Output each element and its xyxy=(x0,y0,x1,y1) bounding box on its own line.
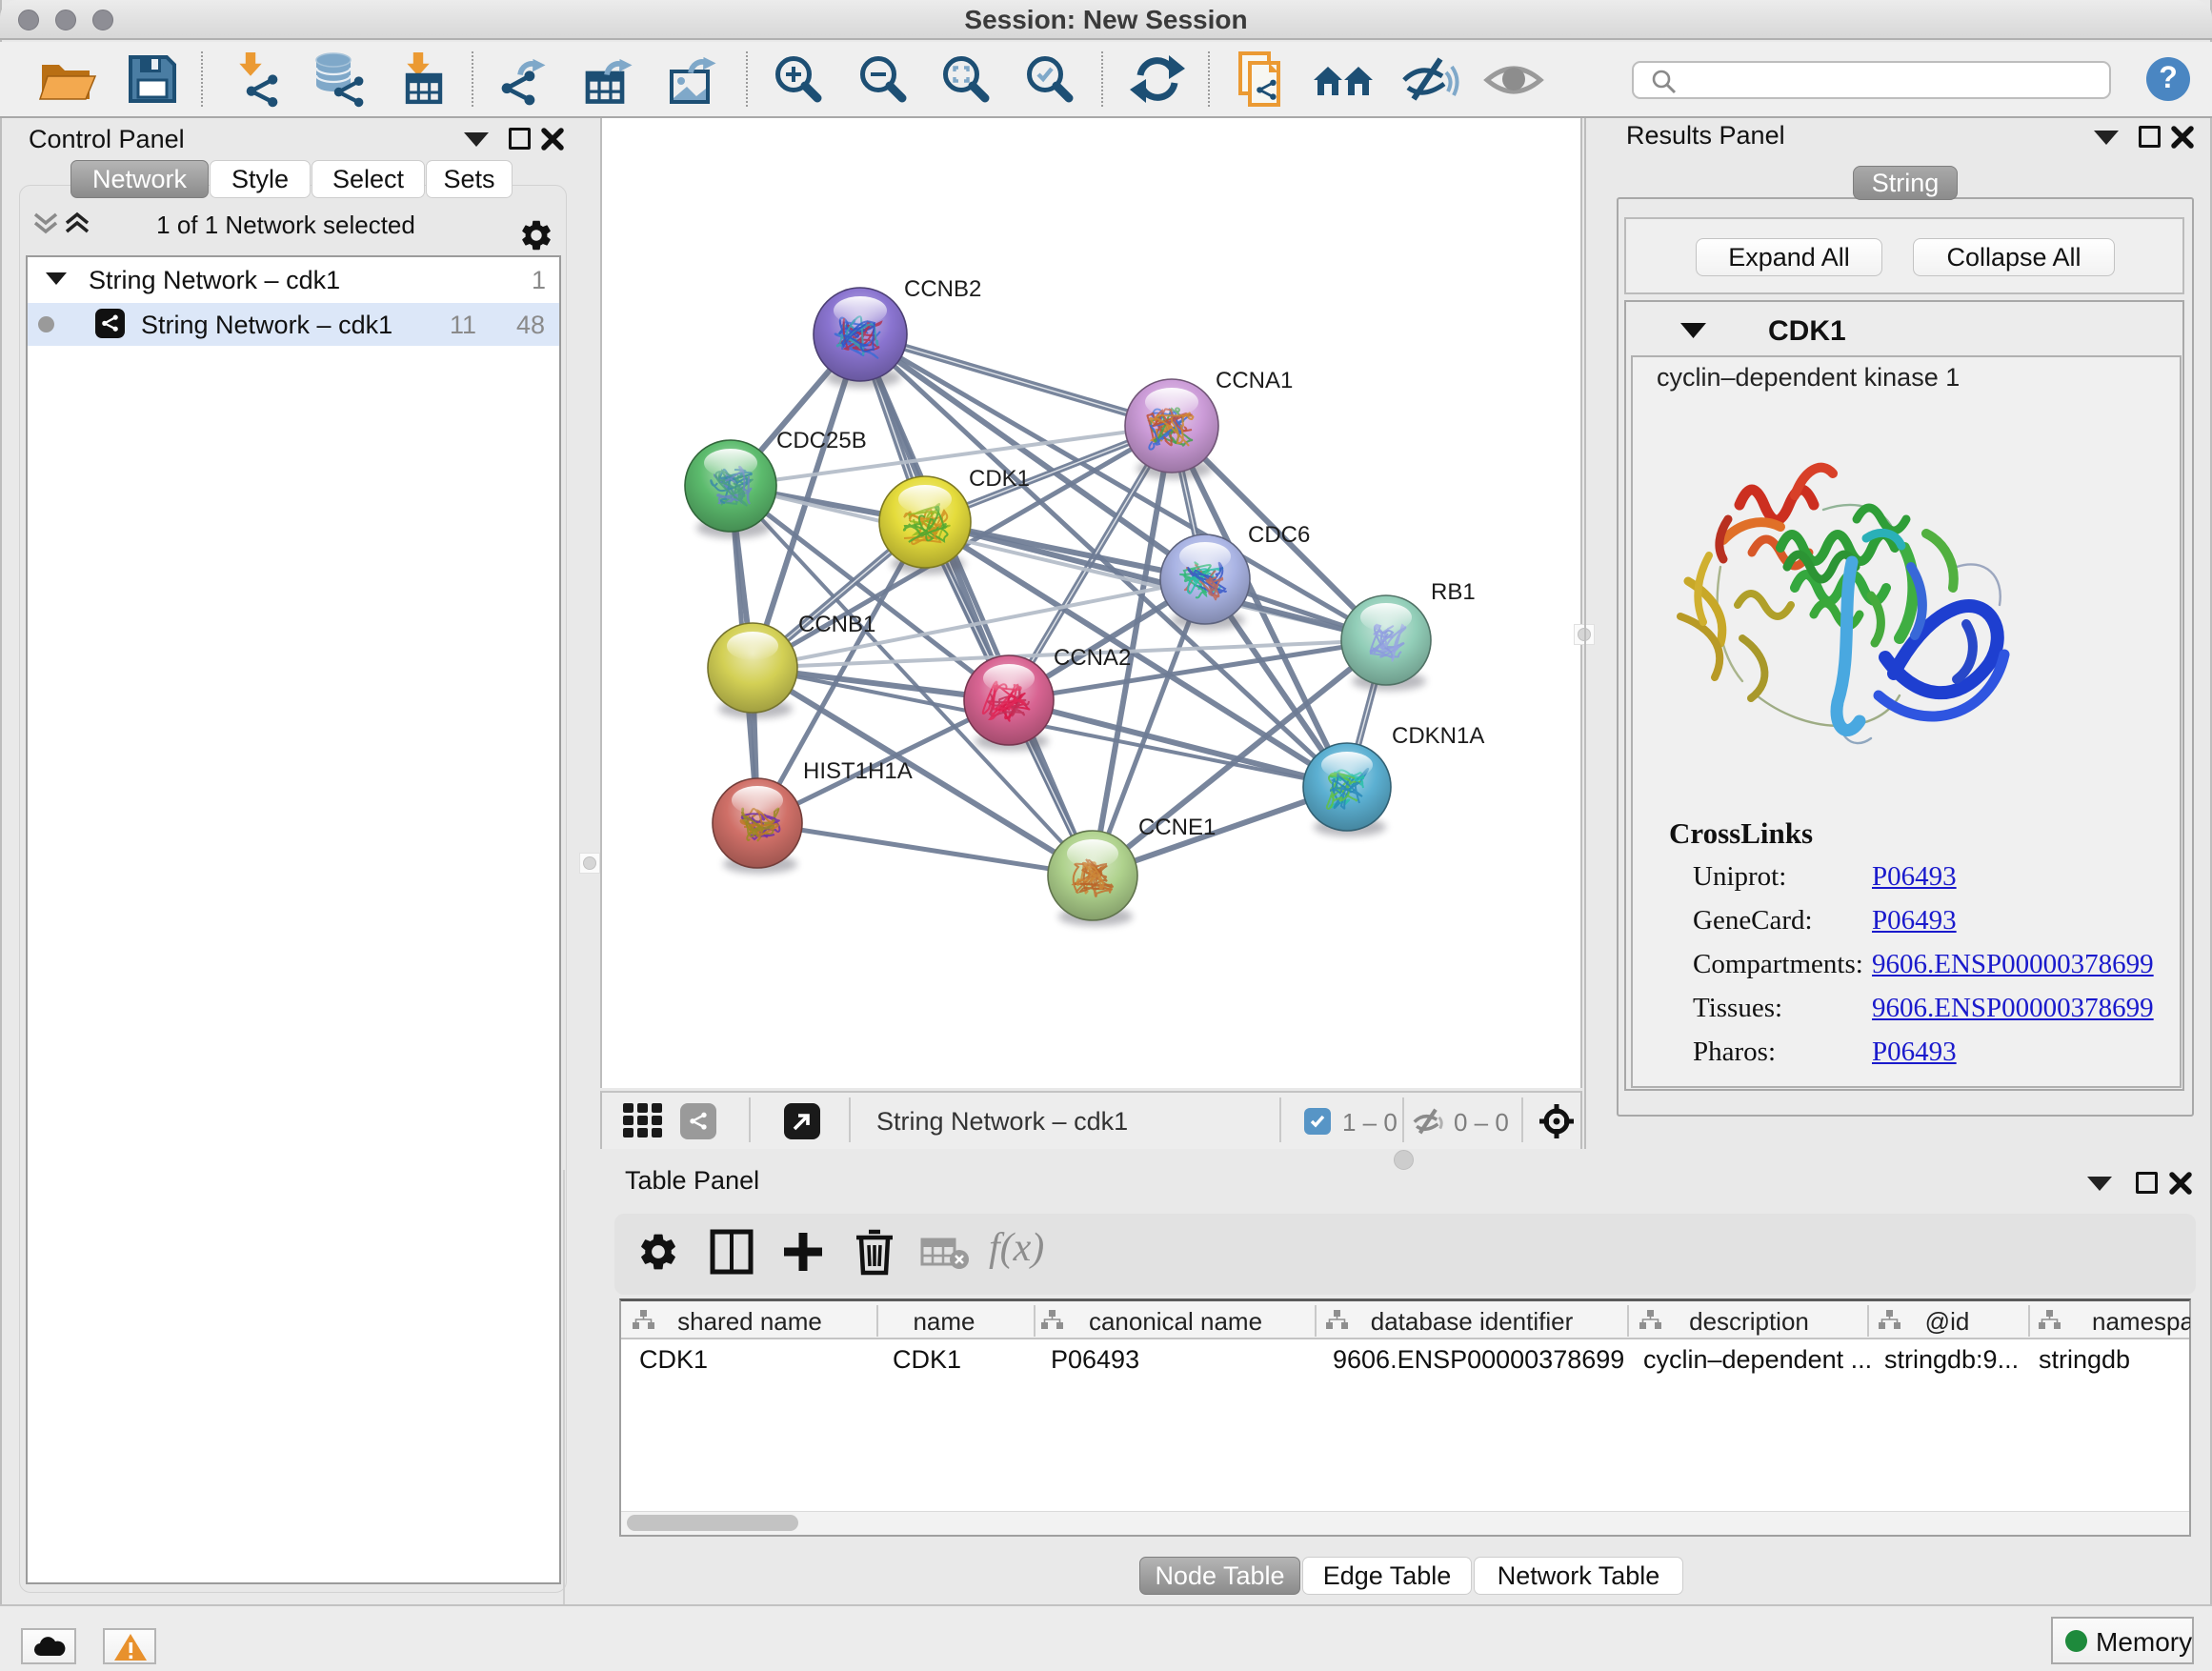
svg-text:CDC25B: CDC25B xyxy=(776,428,867,453)
svg-text:CDK1: CDK1 xyxy=(969,466,1030,492)
svg-text:CCNA1: CCNA1 xyxy=(1216,368,1293,393)
svg-text:CCNB2: CCNB2 xyxy=(904,276,981,302)
svg-text:HIST1H1A: HIST1H1A xyxy=(803,758,913,784)
svg-text:CDKN1A: CDKN1A xyxy=(1392,723,1484,749)
svg-text:CCNA2: CCNA2 xyxy=(1054,645,1131,671)
svg-text:CDC6: CDC6 xyxy=(1248,522,1310,548)
svg-text:CCNB1: CCNB1 xyxy=(798,612,875,637)
svg-text:CCNE1: CCNE1 xyxy=(1138,815,1216,840)
svg-text:RB1: RB1 xyxy=(1431,579,1476,605)
